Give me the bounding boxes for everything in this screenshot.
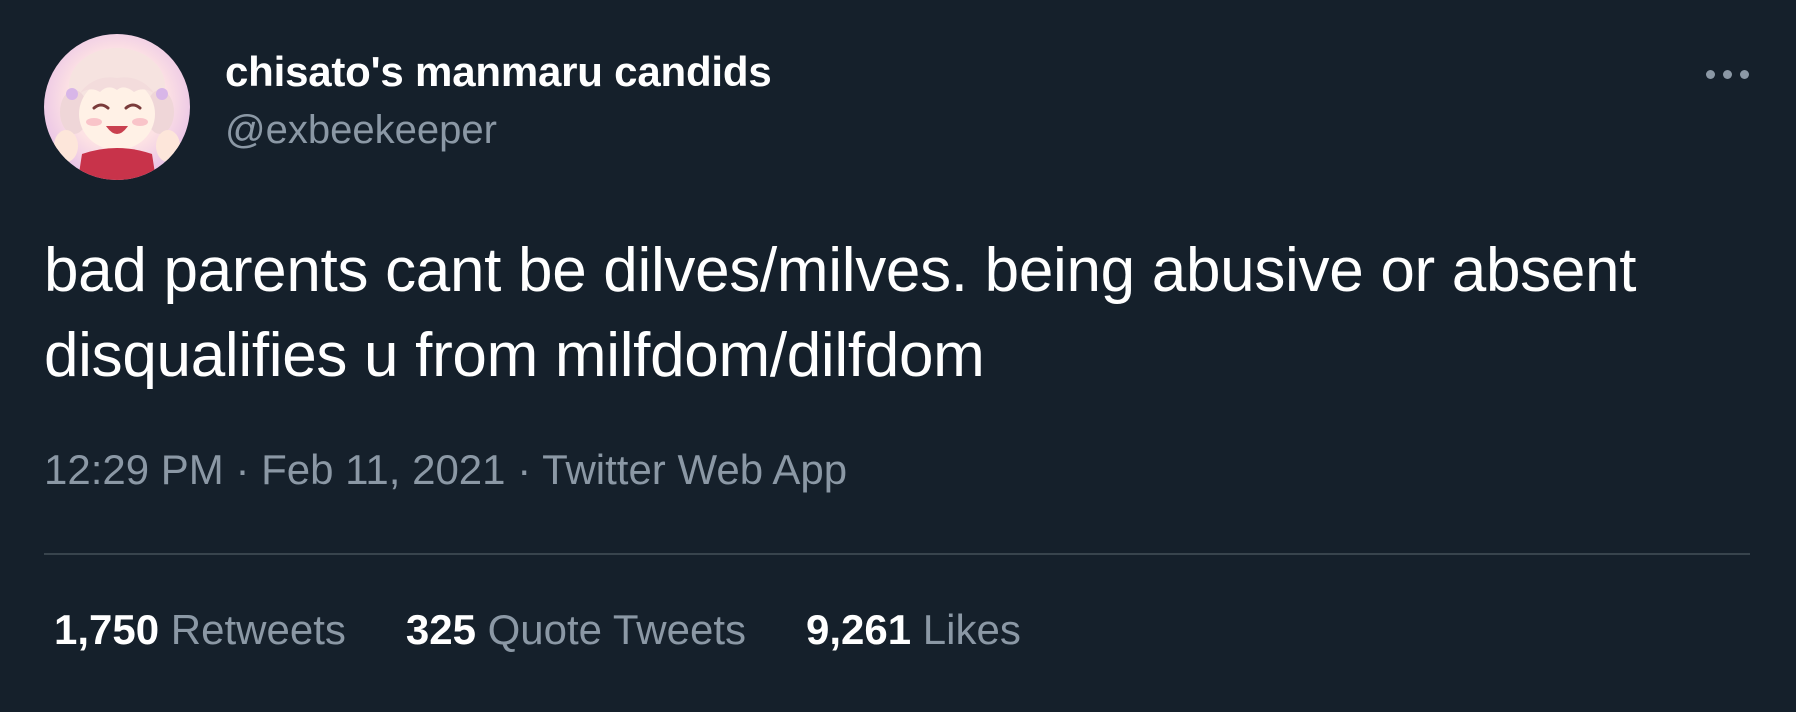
- retweets-label: Retweets: [170, 606, 346, 653]
- likes-count: 9,261: [806, 606, 912, 653]
- tweet-card: chisato's manmaru candids @exbeekeeper b…: [0, 0, 1796, 712]
- tweet-text: bad parents cant be dilves/milves. being…: [44, 236, 1637, 390]
- quote-tweets-count: 325: [405, 606, 476, 653]
- meta-separator: ·: [505, 446, 543, 493]
- display-name[interactable]: chisato's manmaru candids: [225, 48, 772, 96]
- tweet-meta: 12:29 PM · Feb 11, 2021 · Twitter Web Ap…: [44, 446, 847, 494]
- more-dot: [1739, 69, 1749, 79]
- retweets-stat[interactable]: 1,750 Retweets: [54, 606, 346, 654]
- more-dot: [1722, 69, 1732, 79]
- tweet-source[interactable]: Twitter Web App: [542, 446, 847, 493]
- quote-tweets-stat[interactable]: 325 Quote Tweets: [406, 606, 746, 654]
- likes-label: Likes: [922, 606, 1021, 653]
- tweet-date[interactable]: Feb 11, 2021: [261, 446, 505, 493]
- more-horizontal-icon: [1705, 69, 1715, 79]
- more-options-button[interactable]: [1692, 50, 1762, 98]
- user-handle[interactable]: @exbeekeeper: [225, 108, 497, 153]
- engagement-stats: 1,750 Retweets 325 Quote Tweets 9,261 Li…: [54, 606, 1021, 654]
- divider: [44, 553, 1750, 555]
- anime-avatar-icon: [54, 48, 180, 180]
- quote-tweets-label: Quote Tweets: [487, 606, 746, 653]
- avatar[interactable]: [44, 34, 190, 180]
- tweet-time[interactable]: 12:29 PM: [44, 446, 224, 493]
- likes-stat[interactable]: 9,261 Likes: [806, 606, 1021, 654]
- meta-separator: ·: [223, 446, 262, 493]
- retweets-count: 1,750: [54, 606, 160, 653]
